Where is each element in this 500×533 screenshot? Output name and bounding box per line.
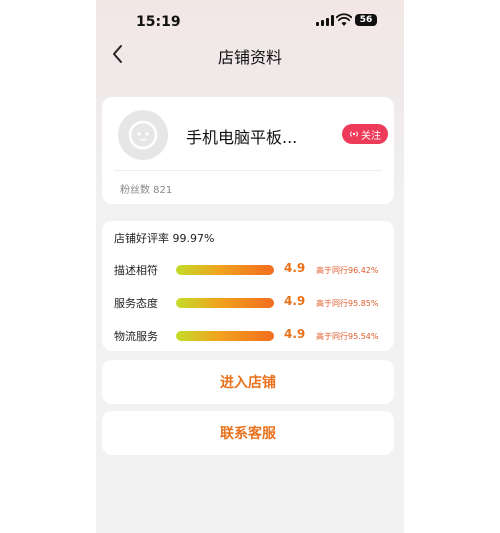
rating-score: 4.9 — [284, 294, 306, 308]
follow-button[interactable]: 关注 — [342, 124, 388, 144]
contact-service-button[interactable]: 联系客服 — [102, 411, 394, 455]
follow-label: 关注 — [361, 130, 381, 142]
overall-rating: 店铺好评率 99.97% — [114, 232, 215, 245]
status-time: 15:19 — [136, 14, 181, 30]
wifi-icon — [336, 13, 352, 26]
page-title: 店铺资料 — [217, 48, 282, 67]
broadcast-icon — [350, 131, 358, 137]
rating-row: 服务态度 4.9 高于同行95.85% — [102, 293, 394, 313]
cellular-signal-icon — [316, 15, 334, 26]
rating-row: 描述相符 4.9 高于同行96.42% — [102, 260, 394, 280]
rating-bar — [176, 331, 274, 341]
rating-score: 4.9 — [284, 327, 306, 341]
rating-bar — [176, 265, 274, 275]
rating-compare: 高于同行96.42% — [316, 266, 379, 275]
rating-label: 描述相符 — [114, 264, 158, 277]
divider — [114, 170, 382, 171]
status-bar: 15:19 56 — [96, 0, 404, 40]
battery-indicator: 56 — [355, 14, 377, 26]
rating-score: 4.9 — [284, 261, 306, 275]
shop-info-card: 手机电脑平板... 关注 粉丝数 821 — [102, 97, 394, 204]
rating-label: 服务态度 — [114, 297, 158, 310]
shop-name: 手机电脑平板... — [186, 128, 298, 147]
phone-screen: 15:19 56 店铺资料 手机电脑平板... 关注 粉丝数 821 店铺好评率… — [96, 0, 404, 533]
rating-label: 物流服务 — [114, 330, 158, 343]
enter-shop-button[interactable]: 进入店铺 — [102, 360, 394, 404]
rating-bar — [176, 298, 274, 308]
fans-count: 粉丝数 821 — [120, 185, 173, 196]
nav-bar: 店铺资料 — [96, 40, 404, 72]
default-avatar-icon — [128, 120, 158, 150]
shop-avatar[interactable] — [118, 110, 168, 160]
rating-compare: 高于同行95.85% — [316, 299, 379, 308]
rating-row: 物流服务 4.9 高于同行95.54% — [102, 326, 394, 346]
ratings-card: 店铺好评率 99.97% 描述相符 4.9 高于同行96.42% 服务态度 4.… — [102, 221, 394, 351]
rating-compare: 高于同行95.54% — [316, 332, 379, 341]
